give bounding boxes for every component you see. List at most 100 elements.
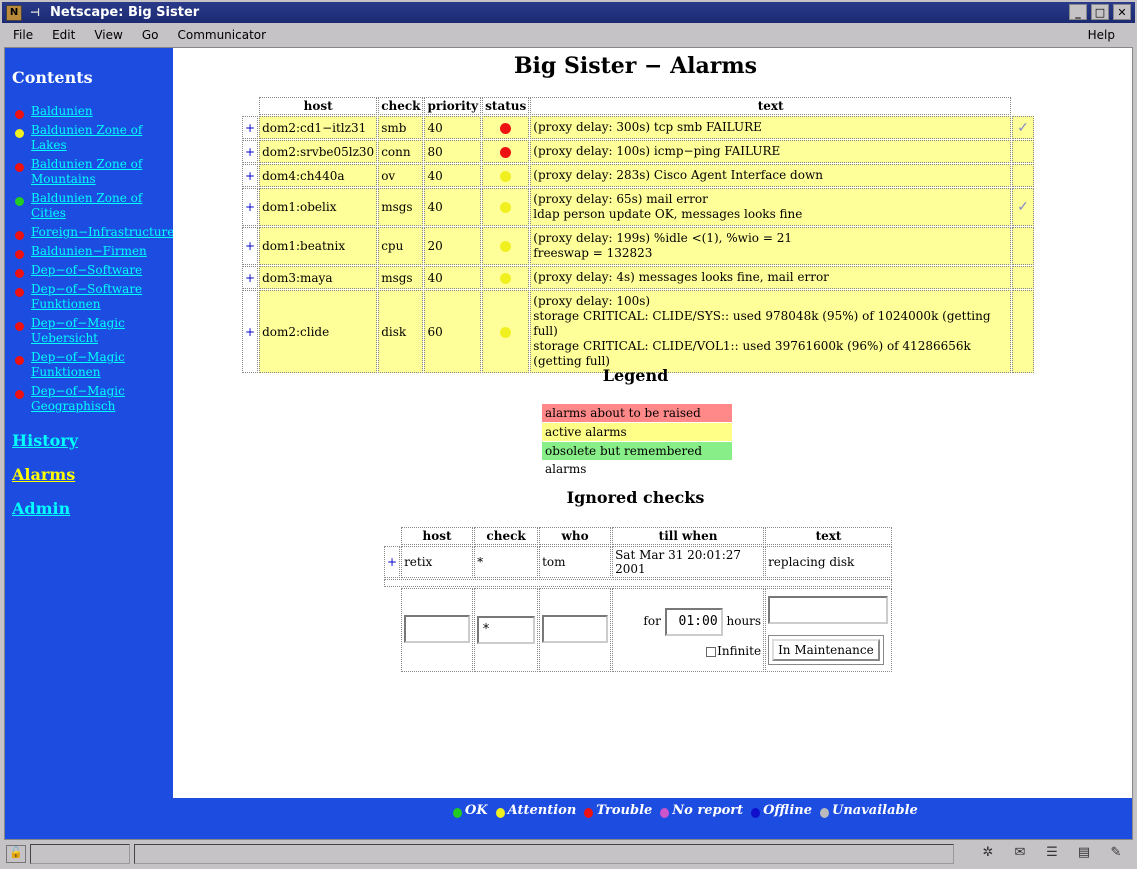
expand-link[interactable]: +	[384, 546, 401, 578]
col-host: host	[259, 97, 378, 115]
security-lock-icon[interactable]: 🔓	[6, 845, 26, 863]
ign-col-till: till when	[612, 527, 765, 545]
menu-file[interactable]: File	[13, 28, 33, 42]
who-input[interactable]	[542, 614, 609, 643]
netscape-app-icon[interactable]: N	[6, 4, 22, 21]
host-input[interactable]	[404, 614, 471, 643]
check-input[interactable]: *	[477, 616, 536, 644]
yellow-status-icon	[500, 326, 512, 338]
sidebar-link[interactable]: Foreign−Infrastructure	[31, 225, 174, 240]
acknowledge-checkmark[interactable]	[1012, 266, 1034, 289]
yellow-status-icon	[15, 129, 24, 138]
alarm-host: dom2:cd1−itlz31	[259, 116, 378, 139]
expand-link[interactable]: +	[242, 164, 259, 187]
ign-till: Sat Mar 31 20:01:27 2001	[612, 546, 765, 578]
sidebar-link[interactable]: Dep−of−Magic Geographisch	[31, 384, 173, 414]
discussion-icon[interactable]: ☰	[1041, 845, 1063, 863]
acknowledge-checkmark[interactable]: ✓	[1012, 188, 1034, 226]
red-status-icon	[15, 356, 24, 365]
sidebar-item: Baldunien	[5, 104, 173, 119]
expand-link[interactable]: +	[242, 116, 259, 139]
yellow-status-icon	[500, 241, 512, 252]
table-row: + dom1:beatnix cpu 20 (proxy delay: 199s) %i…	[242, 227, 1034, 265]
expand-link[interactable]: +	[242, 227, 259, 265]
maximize-button[interactable]: □	[1091, 4, 1109, 20]
alarm-priority: 40	[424, 164, 482, 187]
acknowledge-checkmark[interactable]	[1012, 290, 1034, 373]
blue-status-icon	[751, 807, 761, 818]
red-status-icon	[15, 163, 24, 172]
composer-icon[interactable]: ▤	[1073, 845, 1095, 863]
nav-admin-link[interactable]: Admin	[12, 499, 70, 518]
footer-legend: OK Attention Trouble No report Offline Unavai…	[449, 803, 922, 818]
status-message-box	[134, 844, 954, 864]
alarm-text-line: (proxy delay: 100s) icmp−ping FAILURE	[533, 144, 781, 158]
table-row: + dom2:srvbe05lz30 conn 80 (proxy delay: 100…	[242, 140, 1034, 163]
acknowledge-checkmark[interactable]	[1012, 227, 1034, 265]
page-content: Contents Baldunien Baldunien Zone of Lake…	[4, 47, 1133, 840]
sidebar-link[interactable]: Dep−of−Software Funktionen	[31, 282, 173, 312]
red-status-icon	[500, 122, 512, 134]
menu-help[interactable]: Help	[1088, 28, 1115, 42]
acknowledge-checkmark[interactable]	[1012, 140, 1034, 163]
ign-col-check: check	[474, 527, 539, 545]
ignored-title: Ignored checks	[566, 488, 705, 507]
sidebar-link[interactable]: Dep−of−Software	[31, 263, 142, 278]
expand-link[interactable]: +	[242, 188, 259, 226]
duration-input[interactable]: 01:00	[664, 608, 723, 636]
purple-status-icon	[660, 807, 670, 818]
footer-legend-label: Offline	[763, 803, 812, 818]
minimize-button[interactable]: _	[1069, 4, 1087, 20]
expand-link[interactable]: +	[242, 140, 259, 163]
status-legend-footer: OK Attention Trouble No report Offline Unavai…	[5, 798, 1132, 839]
menu-view[interactable]: View	[94, 28, 122, 42]
navigator-icon[interactable]: ✲	[977, 845, 999, 863]
browser-window: N ⊣ Netscape: Big Sister _ □ ✕ File Edit…	[0, 0, 1137, 869]
menu-go[interactable]: Go	[142, 28, 159, 42]
expand-link[interactable]: +	[242, 290, 259, 373]
infinite-checkbox[interactable]	[706, 646, 717, 657]
expand-link[interactable]: +	[242, 266, 259, 289]
ign-col-host: host	[401, 527, 474, 545]
sidebar-link[interactable]: Dep−of−Magic Funktionen	[31, 350, 173, 380]
alarm-status	[482, 227, 530, 265]
alarm-text-line: storage CRITICAL: CLIDE/SYS:: used 97804…	[533, 309, 991, 338]
alarm-text-line: storage CRITICAL: CLIDE/VOL1:: used 3976…	[533, 339, 971, 368]
acknowledge-checkmark[interactable]: ✓	[1012, 116, 1034, 139]
legend-title: Legend	[602, 366, 669, 385]
menu-edit[interactable]: Edit	[52, 28, 75, 42]
close-button[interactable]: ✕	[1113, 4, 1131, 20]
sidebar-link[interactable]: Baldunien Zone of Lakes	[31, 123, 173, 153]
form-host-cell	[401, 588, 474, 672]
in-maintenance-button[interactable]: In Maintenance	[772, 638, 880, 661]
alarm-status	[482, 290, 530, 373]
pin-icon[interactable]: ⊣	[30, 6, 44, 19]
footer-legend-label: Attention	[507, 803, 577, 818]
edit-icon[interactable]: ✎	[1105, 845, 1127, 863]
nav-history-link[interactable]: History	[12, 431, 78, 450]
red-status-icon	[15, 322, 24, 331]
sidebar-link[interactable]: Baldunien	[31, 104, 93, 119]
sidebar-item: Dep−of−Magic Funktionen	[5, 350, 173, 380]
alarm-host: dom3:maya	[259, 266, 378, 289]
alarm-text: (proxy delay: 100s) icmp−ping FAILURE	[530, 140, 1011, 163]
alarm-text-line: (proxy delay: 4s) messages looks fine, m…	[533, 270, 829, 284]
alarm-text: (proxy delay: 199s) %idle <(1), %wio = 2…	[530, 227, 1011, 265]
text-input[interactable]	[768, 595, 889, 624]
alarm-text-line: (proxy delay: 65s) mail error	[533, 192, 708, 206]
alarm-priority: 40	[424, 116, 482, 139]
mail-icon[interactable]: ✉	[1009, 845, 1031, 863]
separator	[384, 579, 892, 587]
menu-bar: File Edit View Go Communicator Help	[2, 24, 1135, 46]
alarm-priority: 40	[424, 188, 482, 226]
sidebar-link[interactable]: Dep−of−Magic Uebersicht	[31, 316, 173, 346]
sidebar-link[interactable]: Baldunien−Firmen	[31, 244, 147, 259]
menu-communicator[interactable]: Communicator	[177, 28, 266, 42]
sidebar-link[interactable]: Baldunien Zone of Cities	[31, 191, 173, 221]
nav-alarms-link[interactable]: Alarms	[12, 465, 75, 484]
alarm-priority: 20	[424, 227, 482, 265]
acknowledge-checkmark[interactable]	[1012, 164, 1034, 187]
table-row: + dom2:clide disk 60 (proxy delay: 100s) stor…	[242, 290, 1034, 373]
sidebar-link[interactable]: Baldunien Zone of Mountains	[31, 157, 173, 187]
form-text-cell: In Maintenance	[765, 588, 892, 672]
